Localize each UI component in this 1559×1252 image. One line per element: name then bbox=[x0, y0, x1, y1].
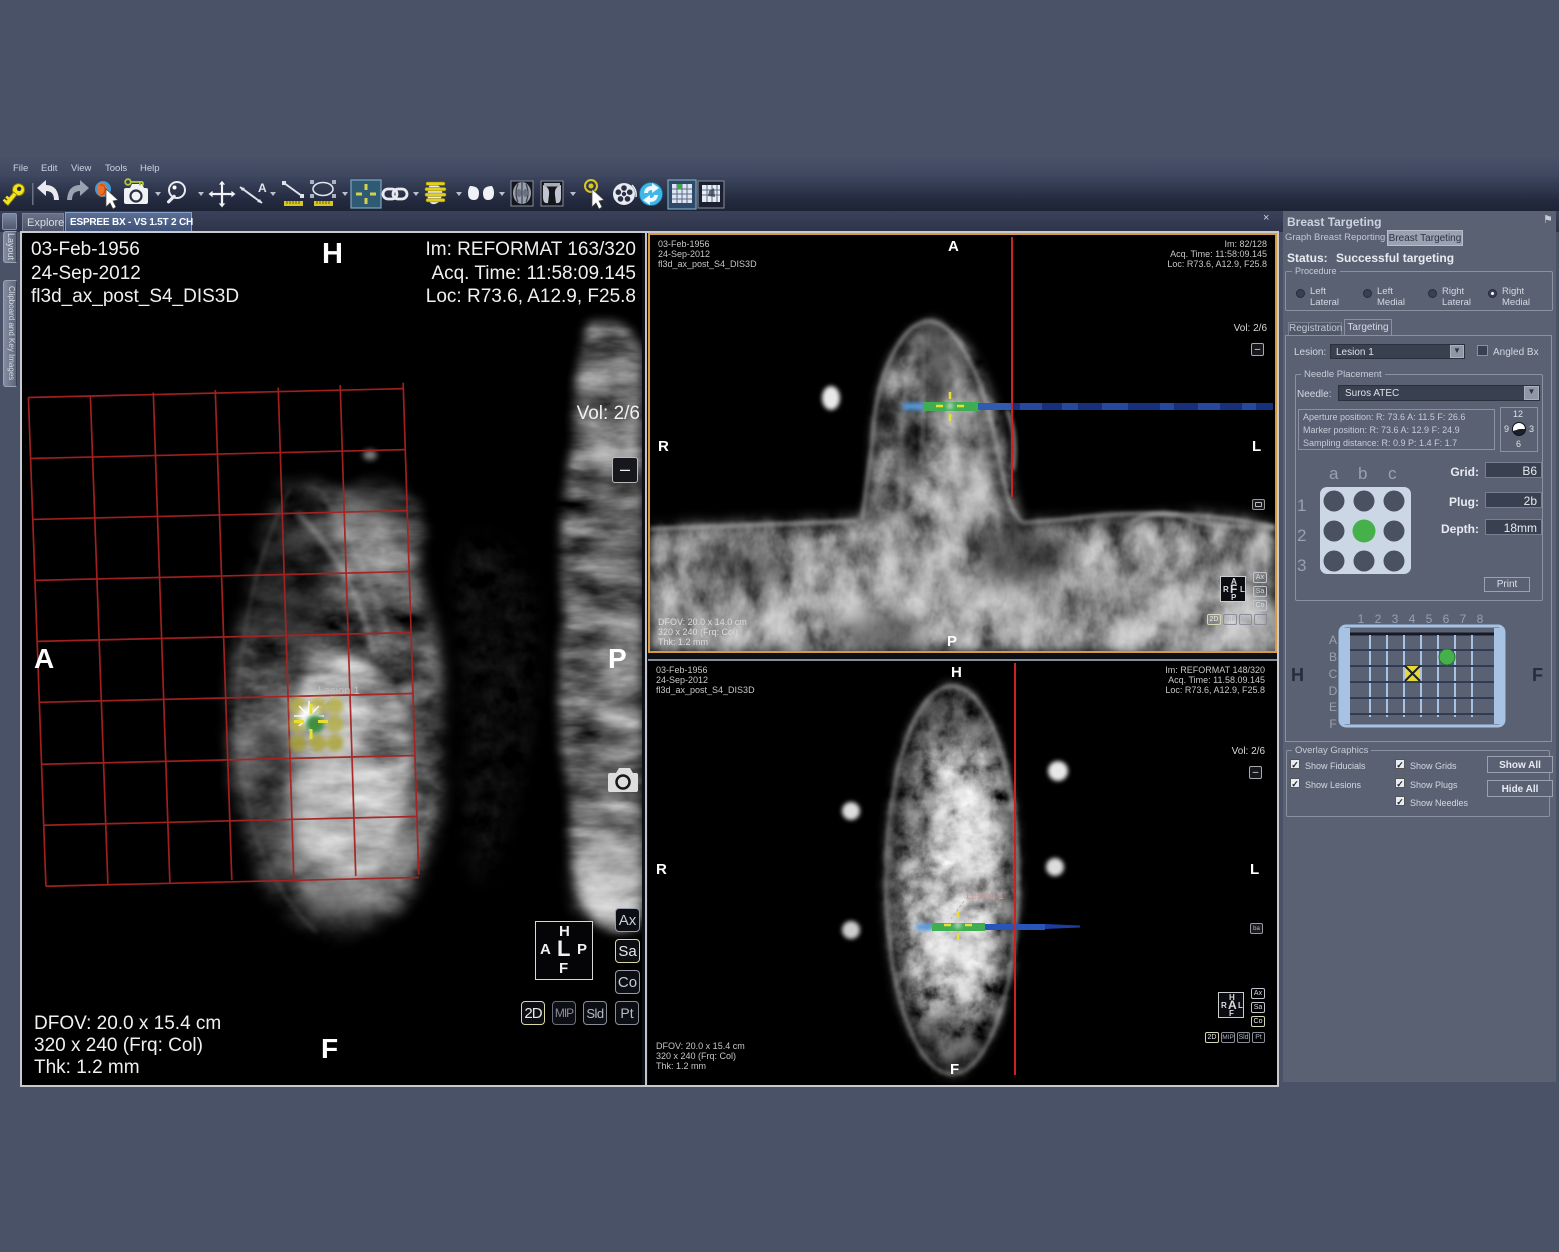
svg-text:Lesion 1: Lesion 1 bbox=[966, 891, 1004, 902]
svg-text:A: A bbox=[1329, 633, 1337, 647]
svg-text:8: 8 bbox=[1477, 612, 1484, 626]
svg-text:2: 2 bbox=[1375, 612, 1382, 626]
svg-text:F: F bbox=[1329, 717, 1336, 731]
svg-text:7: 7 bbox=[1460, 612, 1467, 626]
svg-text:D: D bbox=[1329, 684, 1338, 698]
svg-text:C: C bbox=[1329, 667, 1338, 681]
svg-text:3: 3 bbox=[1392, 612, 1399, 626]
svg-text:4: 4 bbox=[1409, 612, 1416, 626]
svg-text:5: 5 bbox=[1426, 612, 1433, 626]
svg-text:1: 1 bbox=[1358, 612, 1365, 626]
svg-text:6: 6 bbox=[1443, 612, 1450, 626]
svg-text:Lesion 1: Lesion 1 bbox=[318, 685, 360, 697]
svg-text:B: B bbox=[1329, 650, 1337, 664]
svg-text:E: E bbox=[1329, 700, 1337, 714]
svg-text:A: A bbox=[258, 181, 267, 195]
